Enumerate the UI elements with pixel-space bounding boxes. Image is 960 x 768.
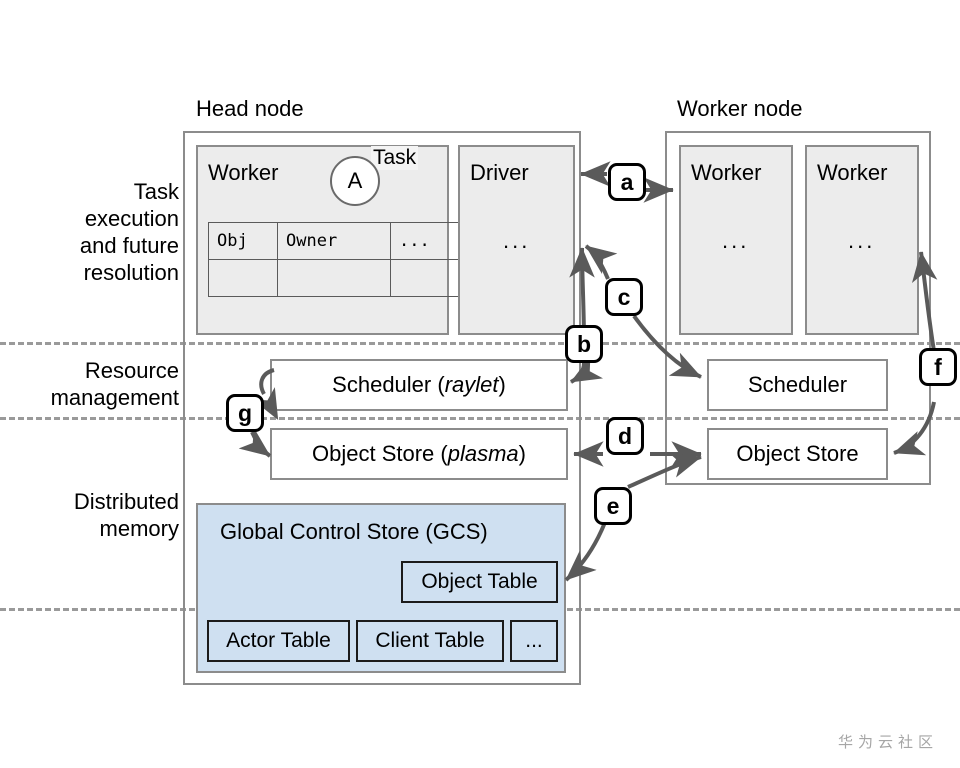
edge-badge-b[interactable]: b: [565, 325, 603, 363]
edge-badge-d[interactable]: d: [606, 417, 644, 455]
edge-badge-a[interactable]: a: [608, 163, 646, 201]
edge-badge-c[interactable]: c: [605, 278, 643, 316]
watermark: 华为云社区: [838, 734, 939, 751]
edge-badge-e[interactable]: e: [594, 487, 632, 525]
edge-badge-f[interactable]: f: [919, 348, 957, 386]
diagram-canvas: Task execution and future resolution Res…: [0, 0, 960, 768]
edge-badge-g[interactable]: g: [226, 394, 264, 432]
